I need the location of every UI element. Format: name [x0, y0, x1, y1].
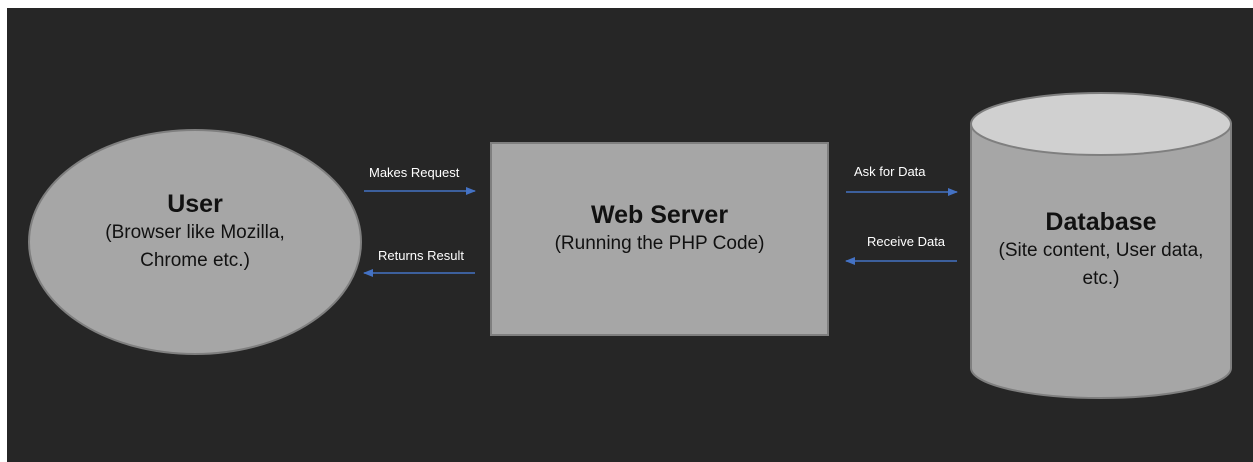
database-subtitle-line2: etc.) — [1082, 268, 1120, 289]
receive-data-label: Receive Data — [867, 234, 946, 249]
ask-for-data-label: Ask for Data — [854, 164, 926, 179]
web-server-node-text: Web Server (Running the PHP Code) — [491, 200, 828, 258]
returns-result-label: Returns Result — [378, 248, 464, 263]
web-server-title: Web Server — [590, 201, 729, 229]
database-node-text: Database (Site content, User data, etc.) — [971, 207, 1231, 293]
user-node-text: User (Browser like Mozilla, Chrome etc.) — [60, 189, 330, 275]
makes-request-label: Makes Request — [369, 165, 460, 180]
user-subtitle-line1: (Browser like Mozilla, — [105, 222, 285, 243]
user-title: User — [167, 190, 223, 218]
database-title: Database — [1045, 208, 1157, 236]
database-cylinder-top — [970, 92, 1232, 156]
user-subtitle-line2: Chrome etc.) — [140, 250, 250, 271]
database-subtitle-line1: (Site content, User data, — [998, 240, 1204, 261]
web-server-subtitle: (Running the PHP Code) — [554, 233, 765, 254]
